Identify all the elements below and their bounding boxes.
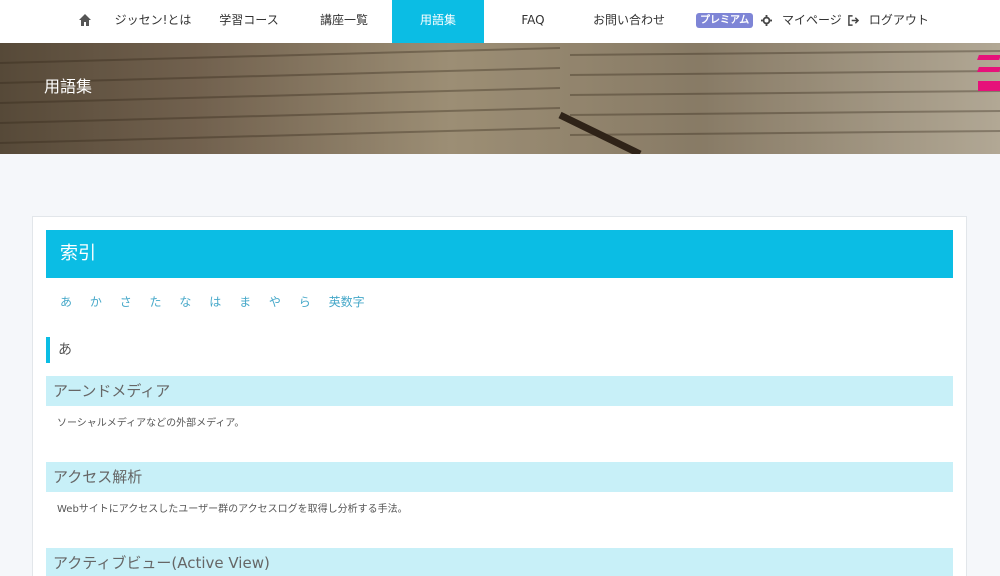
top-nav: ジッセン!とは 学習コース 講座一覧 用語集 FAQ お問い合わせ プレミアム … bbox=[0, 0, 1000, 43]
nav-item-logout[interactable]: ログアウト bbox=[848, 0, 938, 43]
term-entry: アクティブビュー(Active View) bbox=[46, 548, 953, 576]
index-header: 索引 bbox=[46, 230, 953, 278]
index-link-sa[interactable]: さ bbox=[120, 293, 132, 310]
index-link-ha[interactable]: は bbox=[209, 293, 221, 310]
index-link-na[interactable]: な bbox=[179, 293, 191, 310]
logout-icon bbox=[848, 15, 859, 26]
nav-item-courses[interactable]: 学習コース bbox=[210, 0, 288, 43]
term-title: アクティブビュー(Active View) bbox=[46, 548, 953, 576]
nav-item-mypage[interactable]: プレミアム マイページ bbox=[696, 0, 842, 43]
index-link-ya[interactable]: や bbox=[269, 293, 281, 310]
index-link-ka[interactable]: か bbox=[90, 293, 102, 310]
gear-icon bbox=[761, 15, 773, 26]
term-title: アクセス解析 bbox=[46, 462, 953, 492]
glossary-card: 索引 あ か さ た な は ま や ら 英数字 あ アーンドメディア ソーシャ… bbox=[32, 216, 967, 576]
index-letter-nav: あ か さ た な は ま や ら 英数字 bbox=[60, 293, 379, 310]
home-icon[interactable] bbox=[78, 13, 92, 27]
hero-banner: 用語集 bbox=[0, 43, 1000, 154]
section-heading: あ bbox=[46, 337, 72, 363]
index-link-ra[interactable]: ら bbox=[299, 293, 311, 310]
nav-item-contact[interactable]: お問い合わせ bbox=[586, 0, 672, 43]
term-title: アーンドメディア bbox=[46, 376, 953, 406]
index-link-ma[interactable]: ま bbox=[239, 293, 251, 310]
brand-logo bbox=[977, 55, 1000, 91]
nav-item-faq[interactable]: FAQ bbox=[505, 0, 561, 43]
nav-item-about[interactable]: ジッセン!とは bbox=[110, 0, 196, 43]
premium-badge: プレミアム bbox=[696, 13, 754, 28]
page-title: 用語集 bbox=[44, 77, 93, 96]
term-description: ソーシャルメディアなどの外部メディア。 bbox=[57, 418, 245, 429]
index-link-a[interactable]: あ bbox=[60, 293, 72, 310]
index-link-ta[interactable]: た bbox=[150, 293, 162, 310]
term-description: Webサイトにアクセスしたユーザー群のアクセスログを取得し分析する手法。 bbox=[57, 504, 408, 515]
nav-item-lectures[interactable]: 講座一覧 bbox=[305, 0, 383, 43]
nav-item-glossary[interactable]: 用語集 bbox=[392, 0, 484, 43]
term-entry: アーンドメディア ソーシャルメディアなどの外部メディア。 bbox=[46, 376, 953, 429]
index-link-alnum[interactable]: 英数字 bbox=[329, 293, 365, 310]
term-entry: アクセス解析 Webサイトにアクセスしたユーザー群のアクセスログを取得し分析する… bbox=[46, 462, 953, 515]
